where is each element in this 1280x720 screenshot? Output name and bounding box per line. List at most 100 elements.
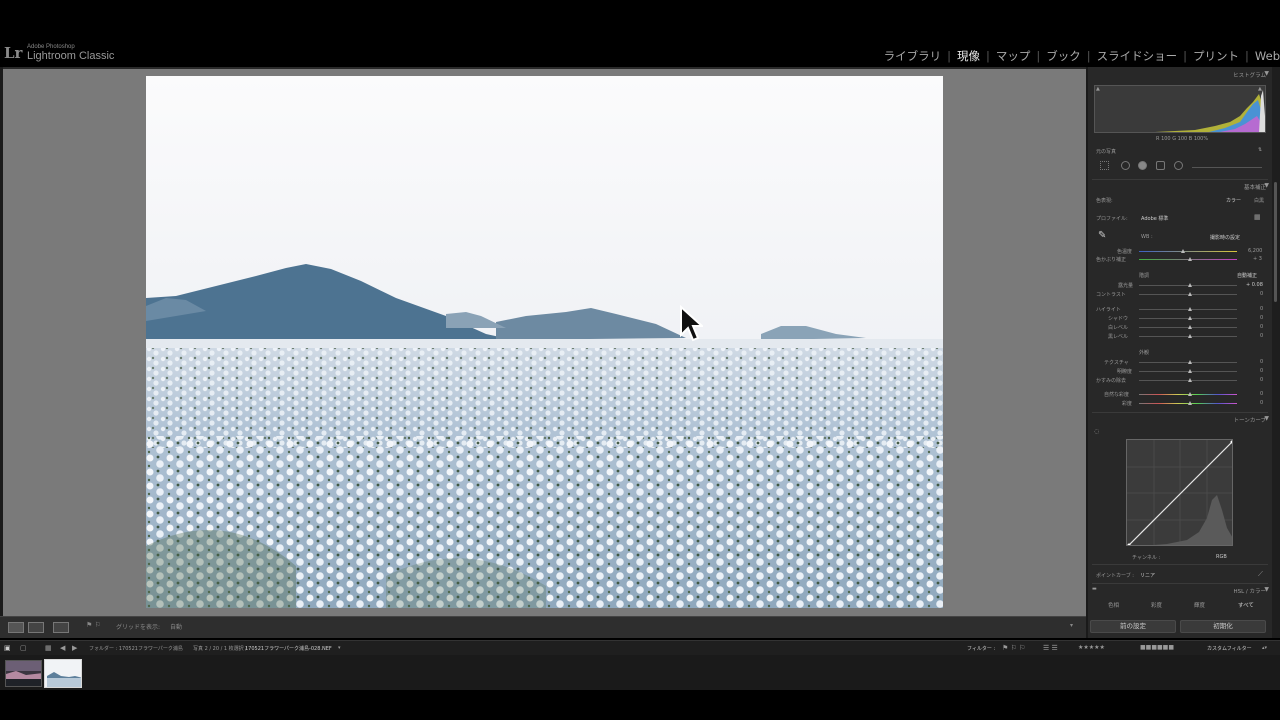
before-after-button[interactable] <box>28 622 44 633</box>
edit-filter-icons[interactable]: ☰ ☰ <box>1043 644 1058 652</box>
screen-2-icon[interactable]: ▢ <box>20 644 27 652</box>
module-1[interactable]: 現像 <box>957 49 980 63</box>
tint-knob[interactable] <box>1188 257 1192 261</box>
grid-overlay-select[interactable]: 自動 <box>170 622 182 631</box>
highlight-clipping-icon[interactable]: ▲ <box>1258 86 1262 92</box>
original-photo-toggle[interactable]: 元の写真 <box>1096 148 1116 155</box>
filter-label: フィルター : <box>967 646 996 652</box>
contrast-value[interactable]: 0 <box>1260 291 1263 297</box>
module-5[interactable]: プリント <box>1193 49 1239 63</box>
texture-knob[interactable] <box>1188 360 1192 364</box>
tone-curve-graph[interactable] <box>1126 439 1233 546</box>
flag-icon[interactable]: ⚑ ⚐ <box>86 621 101 629</box>
color-label-filter[interactable]: ■■■■■■ <box>1140 644 1174 651</box>
shadows-knob[interactable] <box>1188 316 1192 320</box>
toolbar: ⚑ ⚐ グリッドを表示: 自動 ▾ <box>0 616 1086 638</box>
forward-arrow-icon[interactable]: ▶ <box>72 644 77 652</box>
tab-all[interactable]: すべて <box>1238 601 1254 609</box>
whites-knob[interactable] <box>1188 325 1192 329</box>
previous-button[interactable]: 前の設定 <box>1090 620 1176 633</box>
exposure-value[interactable]: + 0.08 <box>1246 282 1263 288</box>
treatment-bw-option[interactable]: 白黒 <box>1254 197 1264 204</box>
filmstrip-thumb-1[interactable] <box>5 660 42 687</box>
panel-scrollbar[interactable] <box>1272 67 1280 638</box>
back-arrow-icon[interactable]: ◀ <box>60 644 65 652</box>
rating-filter-stars[interactable]: ★★★★★ <box>1078 644 1105 651</box>
channel-select[interactable]: RGB <box>1216 554 1227 560</box>
collapse-hsl-icon[interactable]: ▼ <box>1264 586 1269 593</box>
dehaze-value[interactable]: 0 <box>1260 377 1263 383</box>
saturation-knob[interactable] <box>1188 401 1192 405</box>
edit-point-curve-icon[interactable]: ⟋ <box>1258 570 1263 579</box>
photo-preview[interactable] <box>146 76 943 608</box>
histogram-options-icon[interactable]: ⇅ <box>1258 147 1262 153</box>
temp-slider[interactable] <box>1139 251 1237 252</box>
flag-filter-icons[interactable]: ⚑ ⚐ ⚐ <box>1002 644 1025 652</box>
vibrance-knob[interactable] <box>1188 392 1192 396</box>
compare-button[interactable] <box>53 622 69 633</box>
wb-select[interactable]: 撮影時の設定 <box>1210 234 1240 241</box>
module-2[interactable]: マップ <box>996 49 1031 63</box>
collapse-tone-curve-icon[interactable]: ▼ <box>1264 415 1269 422</box>
loupe-view-button[interactable] <box>8 622 24 633</box>
graduated-filter-icon[interactable] <box>1156 161 1165 170</box>
highlights-knob[interactable] <box>1188 307 1192 311</box>
tab-hue[interactable]: 色相 <box>1108 601 1119 609</box>
texture-value[interactable]: 0 <box>1260 359 1263 365</box>
temp-knob[interactable] <box>1181 249 1185 253</box>
module-4[interactable]: スライドショー <box>1097 49 1178 63</box>
tint-value[interactable]: + 3 <box>1253 256 1262 262</box>
auto-tone-button[interactable]: 自動補正 <box>1237 272 1257 279</box>
custom-filter-select[interactable]: カスタムフィルター <box>1207 645 1252 652</box>
grid-view-icon[interactable]: ▦ <box>45 644 52 652</box>
module-6[interactable]: Web <box>1255 49 1280 63</box>
blacks-knob[interactable] <box>1188 334 1192 338</box>
module-picker: ライブラリ | 現像 | マップ | ブック | スライドショー | プリント | Web <box>884 48 1280 64</box>
vibrance-value[interactable]: 0 <box>1260 391 1263 397</box>
profile-select[interactable]: Adobe 標準 <box>1141 215 1168 222</box>
exposure-knob[interactable] <box>1188 283 1192 287</box>
toolbar-menu-icon[interactable]: ▾ <box>1070 622 1073 629</box>
dehaze-knob[interactable] <box>1188 378 1192 382</box>
collapse-basic-icon[interactable]: ▼ <box>1264 182 1269 189</box>
clarity-value[interactable]: 0 <box>1260 368 1263 374</box>
shadow-clipping-icon[interactable]: ▲ <box>1096 86 1100 92</box>
targeted-adjust-icon[interactable]: ◌ <box>1094 428 1099 435</box>
temp-value[interactable]: 6,200 <box>1248 248 1262 254</box>
contrast-knob[interactable] <box>1188 292 1192 296</box>
filter-toggle-icon[interactable]: ▴▾ <box>1262 645 1267 651</box>
module-3[interactable]: ブック <box>1046 49 1081 63</box>
module-0[interactable]: ライブラリ <box>884 49 942 63</box>
radial-filter-icon[interactable] <box>1174 161 1183 170</box>
histogram-title[interactable]: ヒストグラム <box>1233 71 1266 79</box>
presence-label: 外観 <box>1139 350 1150 356</box>
hsl-title[interactable]: HSL / カラー <box>1233 587 1266 595</box>
tab-luminance[interactable]: 輝度 <box>1194 601 1205 609</box>
module-separator: | <box>947 49 952 63</box>
brush-slider[interactable] <box>1192 167 1262 168</box>
screen-1-icon[interactable]: ▣ <box>4 644 11 652</box>
profile-browser-icon[interactable]: ▦ <box>1254 213 1261 221</box>
hsl-visibility-icon[interactable]: ▬ <box>1092 586 1097 592</box>
highlights-value[interactable]: 0 <box>1260 306 1263 312</box>
whites-value[interactable]: 0 <box>1260 324 1263 330</box>
saturation-value[interactable]: 0 <box>1260 400 1263 406</box>
clarity-knob[interactable] <box>1188 369 1192 373</box>
filename-menu-icon[interactable]: ▾ <box>338 645 341 651</box>
reset-button[interactable]: 初期化 <box>1180 620 1266 633</box>
shadows-value[interactable]: 0 <box>1260 315 1263 321</box>
spot-removal-icon[interactable] <box>1121 161 1130 170</box>
left-panel-edge[interactable] <box>0 67 3 616</box>
collapse-histogram-icon[interactable]: ▼ <box>1264 70 1269 77</box>
red-eye-icon[interactable] <box>1138 161 1147 170</box>
tab-saturation[interactable]: 彩度 <box>1151 601 1162 609</box>
basic-panel-title[interactable]: 基本補正 <box>1244 183 1266 191</box>
blacks-value[interactable]: 0 <box>1260 333 1263 339</box>
white-balance-picker-icon[interactable]: ✎ <box>1098 230 1106 241</box>
filename[interactable]: 170521フラワーパーク浦島-028.NEF <box>245 645 332 652</box>
filmstrip-thumb-2-selected[interactable] <box>44 659 82 688</box>
tone-curve-title[interactable]: トーンカーブ <box>1234 416 1266 424</box>
treatment-color-option[interactable]: カラー <box>1226 197 1241 204</box>
crop-icon[interactable] <box>1100 161 1109 170</box>
point-curve-select[interactable]: リニア <box>1140 572 1155 579</box>
